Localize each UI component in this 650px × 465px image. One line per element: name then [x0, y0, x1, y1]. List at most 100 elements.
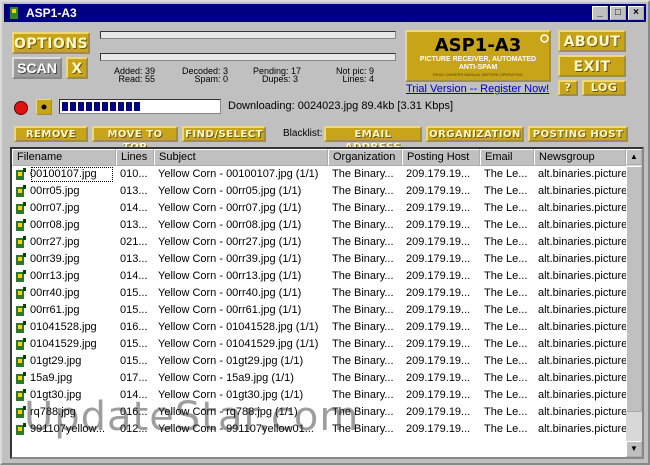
cell-organization: The Binary... — [332, 389, 394, 401]
find-select-button[interactable]: FIND/SELECT — [182, 126, 266, 142]
cell-subject: Yellow Corn - 00rr08.jpg (1/1) — [158, 219, 302, 231]
column-header-lines[interactable]: Lines — [116, 149, 154, 166]
cell-posting-host: 209.179.19... — [406, 372, 471, 384]
cell-posting-host: 209.179.19... — [406, 406, 471, 418]
stat-read: Read: 55 — [118, 74, 155, 84]
download-progress — [59, 99, 221, 114]
table-row[interactable]: 01041528.jpg 016... Yellow Corn - 01041528… — [12, 319, 626, 336]
cell-organization: The Binary... — [332, 406, 394, 418]
cell-subject: Yellow Corn - 00rr40.jpg (1/1) — [158, 287, 302, 299]
pause-button[interactable] — [36, 99, 52, 115]
progress-segment — [126, 102, 132, 111]
cell-lines: 014... — [120, 270, 148, 282]
cell-subject: Yellow Corn - 00rr13.jpg (1/1) — [158, 270, 302, 282]
record-icon[interactable] — [13, 100, 29, 116]
table-row[interactable]: 00rr13.jpg 014... Yellow Corn - 00rr13.jpg… — [12, 268, 626, 285]
column-header-filename[interactable]: Filename — [12, 149, 116, 166]
maximize-button[interactable]: □ — [610, 6, 626, 20]
cell-organization: The Binary... — [332, 287, 394, 299]
cell-lines: 013... — [120, 185, 148, 197]
table-row[interactable]: 00rr40.jpg 015... Yellow Corn - 00rr40.jpg… — [12, 285, 626, 302]
cell-email: The Le... — [484, 202, 528, 214]
table-row[interactable]: 15a9.jpg 017... Yellow Corn - 15a9.jpg (1/… — [12, 370, 626, 387]
table-row[interactable]: 00rr05.jpg 013... Yellow Corn - 00rr05.jpg… — [12, 183, 626, 200]
column-header-subject[interactable]: Subject — [154, 149, 328, 166]
cell-filename: 01041529.jpg — [30, 338, 97, 350]
cell-posting-host: 209.179.19... — [406, 423, 471, 435]
cell-email: The Le... — [484, 372, 528, 384]
pause-dot-icon — [41, 104, 47, 110]
cell-subject: Yellow Corn - 01gt30.jpg (1/1) — [158, 389, 304, 401]
table-row[interactable]: 01gt30.jpg 014... Yellow Corn - 01gt30.jpg… — [12, 387, 626, 404]
table-row[interactable]: 00rr27.jpg 021... Yellow Corn - 00rr27.jpg… — [12, 234, 626, 251]
about-button[interactable]: ABOUT — [558, 30, 626, 52]
picture-file-icon — [16, 372, 26, 384]
cell-newsgroup: alt.binaries.pictures — [538, 389, 626, 401]
scroll-thumb[interactable] — [626, 166, 642, 412]
cell-email: The Le... — [484, 270, 528, 282]
picture-file-icon — [16, 185, 26, 197]
cell-newsgroup: alt.binaries.pictures — [538, 338, 626, 350]
column-header-newsgroup[interactable]: Newsgroup — [534, 149, 626, 166]
cell-subject: Yellow Corn - 991107yellow01... — [158, 423, 314, 435]
register-link[interactable]: Trial Version -- Register Now! — [406, 83, 549, 95]
scroll-up-icon[interactable]: ▲ — [626, 149, 642, 165]
cell-lines: 014... — [120, 202, 148, 214]
blacklist-organization-button[interactable]: ORGANIZATION — [426, 126, 524, 142]
table-row[interactable]: 991107yellow... 012... Yellow Corn - 99110… — [12, 421, 626, 438]
options-button[interactable]: OPTIONS — [12, 32, 90, 54]
vertical-scrollbar[interactable]: ▲ ▼ — [626, 149, 642, 457]
table-row[interactable]: 01gt29.jpg 015... Yellow Corn - 01gt29.jpg… — [12, 353, 626, 370]
table-row[interactable]: 00rr07.jpg 014... Yellow Corn - 00rr07.jpg… — [12, 200, 626, 217]
table-row[interactable]: 00100107.jpg 010... Yellow Corn - 00100107… — [12, 166, 626, 183]
column-header-posting-host[interactable]: Posting Host — [402, 149, 480, 166]
title-bar[interactable]: ASP1-A3 _ □ × — [4, 4, 646, 22]
move-to-top-button[interactable]: MOVE TO TOP — [92, 126, 178, 153]
cell-posting-host: 209.179.19... — [406, 287, 471, 299]
cell-newsgroup: alt.binaries.pictures — [538, 423, 626, 435]
remove-button[interactable]: REMOVE — [14, 126, 88, 142]
minimize-button[interactable]: _ — [592, 6, 608, 20]
cell-filename: 00rr05.jpg — [30, 185, 80, 197]
picture-file-icon — [16, 202, 26, 214]
cell-newsgroup: alt.binaries.pictures — [538, 270, 626, 282]
cell-filename: 01gt30.jpg — [30, 389, 82, 401]
cell-subject: Yellow Corn - 00rr61.jpg (1/1) — [158, 304, 302, 316]
scroll-down-icon[interactable]: ▼ — [626, 441, 642, 457]
cell-organization: The Binary... — [332, 219, 394, 231]
cell-organization: The Binary... — [332, 338, 394, 350]
cell-subject: Yellow Corn - 01041529.jpg (1/1) — [158, 338, 319, 350]
help-button[interactable]: ? — [558, 80, 578, 96]
logo-circle-icon — [540, 34, 549, 43]
progress-bar-top — [100, 31, 396, 39]
column-header-email[interactable]: Email — [480, 149, 534, 166]
scan-button[interactable]: SCAN — [12, 57, 62, 79]
table-row[interactable]: 00rr39.jpg 013... Yellow Corn - 00rr39.jpg… — [12, 251, 626, 268]
picture-file-icon — [16, 389, 26, 401]
cell-filename: 15a9.jpg — [30, 372, 73, 384]
exit-button[interactable]: EXIT — [558, 55, 626, 77]
cell-filename: 01041528.jpg — [30, 321, 97, 333]
table-row[interactable]: 00rr61.jpg 015... Yellow Corn - 00rr61.jpg… — [12, 302, 626, 319]
message-list[interactable]: Filename Lines Subject Organization Post… — [10, 147, 644, 459]
cell-newsgroup: alt.binaries.pictures — [538, 321, 626, 333]
table-row[interactable]: 00rr08.jpg 013... Yellow Corn - 00rr08.jpg… — [12, 217, 626, 234]
cell-subject: Yellow Corn - rq788.jpg (1/1) — [158, 406, 298, 418]
cell-organization: The Binary... — [332, 202, 394, 214]
close-button[interactable]: × — [628, 6, 644, 20]
cell-filename: 00rr61.jpg — [30, 304, 80, 316]
app-logo: ASP1-A3 PICTURE RECEIVER, AUTOMATED ANTI… — [405, 30, 551, 82]
log-button[interactable]: LOG — [582, 80, 626, 96]
cell-lines: 017... — [120, 372, 148, 384]
cell-organization: The Binary... — [332, 270, 394, 282]
cell-newsgroup: alt.binaries.pictures — [538, 372, 626, 384]
column-header-organization[interactable]: Organization — [328, 149, 402, 166]
blacklist-email-button[interactable]: EMAIL ADDRESS — [324, 126, 422, 153]
table-row[interactable]: 01041529.jpg 015... Yellow Corn - 01041529… — [12, 336, 626, 353]
blacklist-posting-host-button[interactable]: POSTING HOST — [528, 126, 628, 142]
stop-scan-button[interactable]: X — [66, 57, 88, 79]
picture-file-icon — [16, 321, 26, 333]
table-row[interactable]: rq788.jpg 016... Yellow Corn - rq788.jpg (… — [12, 404, 626, 421]
logo-line3: READ OWNERS MANUAL BEFORE OPERATING — [433, 72, 523, 77]
cell-newsgroup: alt.binaries.pictures — [538, 253, 626, 265]
